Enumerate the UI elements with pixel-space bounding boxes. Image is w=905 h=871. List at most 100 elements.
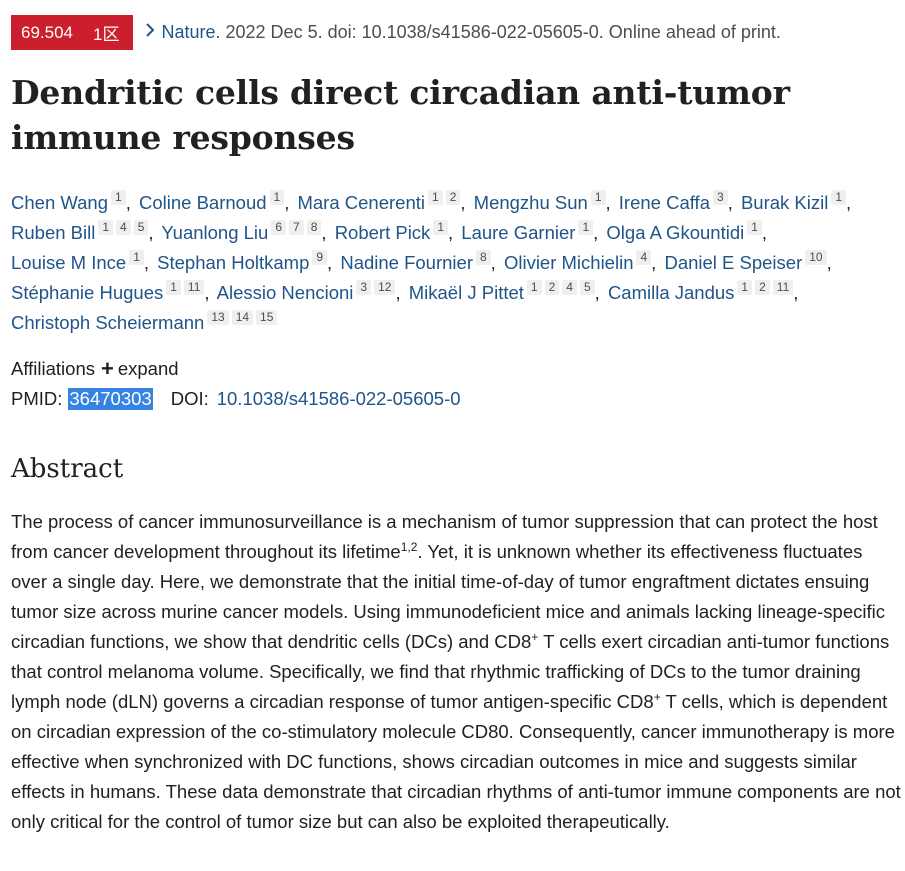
author-link[interactable]: Mikaël J Pittet: [409, 282, 524, 303]
author-link[interactable]: Louise M Ince: [11, 252, 126, 273]
author-separator: ,: [284, 192, 290, 213]
affiliation-number[interactable]: 1: [129, 250, 144, 265]
author-link[interactable]: Olga A Gkountidi: [606, 222, 744, 243]
author-entry: Daniel E Speiser 10,: [664, 250, 834, 273]
author-entry: Olivier Michielin 4,: [504, 250, 659, 273]
affiliation-number[interactable]: 11: [772, 280, 794, 295]
affiliation-number[interactable]: 1: [433, 220, 448, 235]
author-link[interactable]: Olivier Michielin: [504, 252, 634, 273]
affiliation-number[interactable]: 5: [579, 280, 595, 295]
author-separator: ,: [846, 192, 852, 213]
affiliation-number[interactable]: 4: [562, 280, 577, 295]
abstract-heading: Abstract: [11, 454, 124, 484]
author-link[interactable]: Yuanlong Liu: [161, 222, 268, 243]
affiliation-number[interactable]: 1: [578, 220, 594, 235]
author-entry: Christoph Scheiermann 13 14 15: [11, 310, 278, 333]
affiliation-number[interactable]: 1: [747, 220, 762, 235]
article-title: Dendritic cells direct circadian anti-tu…: [11, 73, 790, 157]
affiliation-number[interactable]: 1: [737, 280, 753, 295]
impact-factor: 69.504: [21, 22, 73, 42]
author-link[interactable]: Alessio Nencioni: [217, 282, 354, 303]
author-separator: ,: [651, 252, 657, 273]
affiliation-number[interactable]: 7: [289, 220, 304, 235]
author-link[interactable]: Stéphanie Hugues: [11, 282, 163, 303]
citation: Nature. 2022 Dec 5. doi: 10.1038/s41586-…: [161, 22, 780, 43]
author-entry: Laure Garnier 1,: [461, 220, 601, 243]
author-separator: ,: [143, 252, 150, 273]
author-link[interactable]: Coline Barnoud: [139, 192, 267, 213]
pmid-value[interactable]: 36470303: [68, 388, 153, 410]
author-link[interactable]: Ruben Bill: [11, 222, 95, 243]
affiliation-number[interactable]: 13: [207, 310, 229, 325]
author-entry: Mengzhu Sun 1,: [474, 190, 614, 213]
author-separator: ,: [321, 222, 327, 243]
affiliation-number[interactable]: 3: [356, 280, 372, 295]
author-link[interactable]: Daniel E Speiser: [664, 252, 802, 273]
author-entry: Nadine Fournier 8,: [340, 250, 498, 273]
impact-factor-badge[interactable]: 69.504 1区: [11, 15, 134, 50]
author-link[interactable]: Chen Wang: [11, 192, 108, 213]
affiliation-number[interactable]: 8: [475, 250, 491, 265]
pmid-label: PMID:: [11, 388, 63, 409]
author-separator: ,: [204, 282, 210, 303]
author-separator: ,: [490, 252, 496, 273]
expand-label: expand: [117, 358, 179, 379]
affiliation-number[interactable]: 2: [544, 280, 560, 295]
affiliation-number[interactable]: 1: [526, 280, 542, 295]
affiliation-number[interactable]: 10: [805, 250, 827, 265]
author-link[interactable]: Mara Cenerenti: [297, 192, 425, 213]
affiliation-number[interactable]: 3: [713, 190, 728, 205]
affiliation-number[interactable]: 6: [271, 220, 287, 235]
affiliation-number[interactable]: 8: [306, 220, 322, 235]
author-link[interactable]: Irene Caffa: [619, 192, 710, 213]
doi-link[interactable]: 10.1038/s41586-022-05605-0: [217, 388, 461, 410]
affiliation-number[interactable]: 1: [269, 190, 285, 205]
author-separator: ,: [148, 222, 154, 243]
abstract-text: The process of cancer immunosurveillance…: [11, 507, 903, 837]
author-link[interactable]: Laure Garnier: [461, 222, 575, 243]
affiliation-number[interactable]: 14: [231, 310, 254, 325]
author-entry: Ruben Bill 1 4 5,: [11, 220, 157, 243]
affiliation-number[interactable]: 15: [256, 310, 278, 325]
author-entry: Burak Kizil 1,: [741, 190, 854, 213]
author-separator: ,: [727, 192, 733, 213]
affiliation-number[interactable]: 1: [831, 190, 847, 205]
author-link[interactable]: Stephan Holtkamp: [157, 252, 309, 273]
affiliation-number[interactable]: 4: [636, 250, 652, 265]
author-entry: Mikaël J Pittet 1 2 4 5,: [409, 280, 603, 303]
affiliation-number[interactable]: 4: [116, 220, 131, 235]
citation-details: 2022 Dec 5. doi: 10.1038/s41586-022-0560…: [225, 22, 781, 42]
superscript: +: [653, 689, 661, 704]
author-link[interactable]: Christoph Scheiermann: [11, 312, 204, 333]
citation-line: 69.504 1区 Nature. 2022 Dec 5. doi: 10.10…: [11, 15, 781, 50]
affiliation-number[interactable]: 5: [133, 220, 149, 235]
author-link[interactable]: Mengzhu Sun: [474, 192, 588, 213]
author-entry: Coline Barnoud 1,: [139, 190, 292, 213]
affiliation-number[interactable]: 1: [98, 220, 114, 235]
affiliation-number[interactable]: 9: [312, 250, 328, 265]
affiliation-number[interactable]: 1: [590, 190, 606, 205]
affiliation-number[interactable]: 1: [166, 280, 181, 295]
affiliation-number[interactable]: 1: [428, 190, 443, 205]
journal-zone: 1区: [93, 25, 120, 44]
author-entry: Robert Pick 1,: [335, 220, 456, 243]
affiliation-number[interactable]: 2: [445, 190, 461, 205]
author-link[interactable]: Nadine Fournier: [340, 252, 473, 273]
author-entry: Stéphanie Hugues 1 11,: [11, 280, 213, 303]
author-entry: Irene Caffa 3,: [619, 190, 736, 213]
journal-link[interactable]: Nature.: [161, 22, 220, 42]
affiliations-toggle[interactable]: Affiliations + expand: [11, 355, 179, 381]
author-separator: ,: [125, 192, 131, 213]
author-entry: Louise M Ince 1,: [11, 250, 152, 273]
author-separator: ,: [395, 282, 401, 303]
affiliation-number[interactable]: 11: [183, 280, 205, 295]
author-separator: ,: [460, 192, 466, 213]
author-link[interactable]: Robert Pick: [335, 222, 431, 243]
author-link[interactable]: Camilla Jandus: [608, 282, 734, 303]
author-separator: ,: [826, 252, 832, 273]
chevron-right-icon[interactable]: [145, 22, 155, 43]
author-link[interactable]: Burak Kizil: [741, 192, 828, 213]
affiliation-number[interactable]: 1: [111, 190, 126, 205]
affiliation-number[interactable]: 12: [374, 280, 396, 295]
affiliation-number[interactable]: 2: [755, 280, 770, 295]
